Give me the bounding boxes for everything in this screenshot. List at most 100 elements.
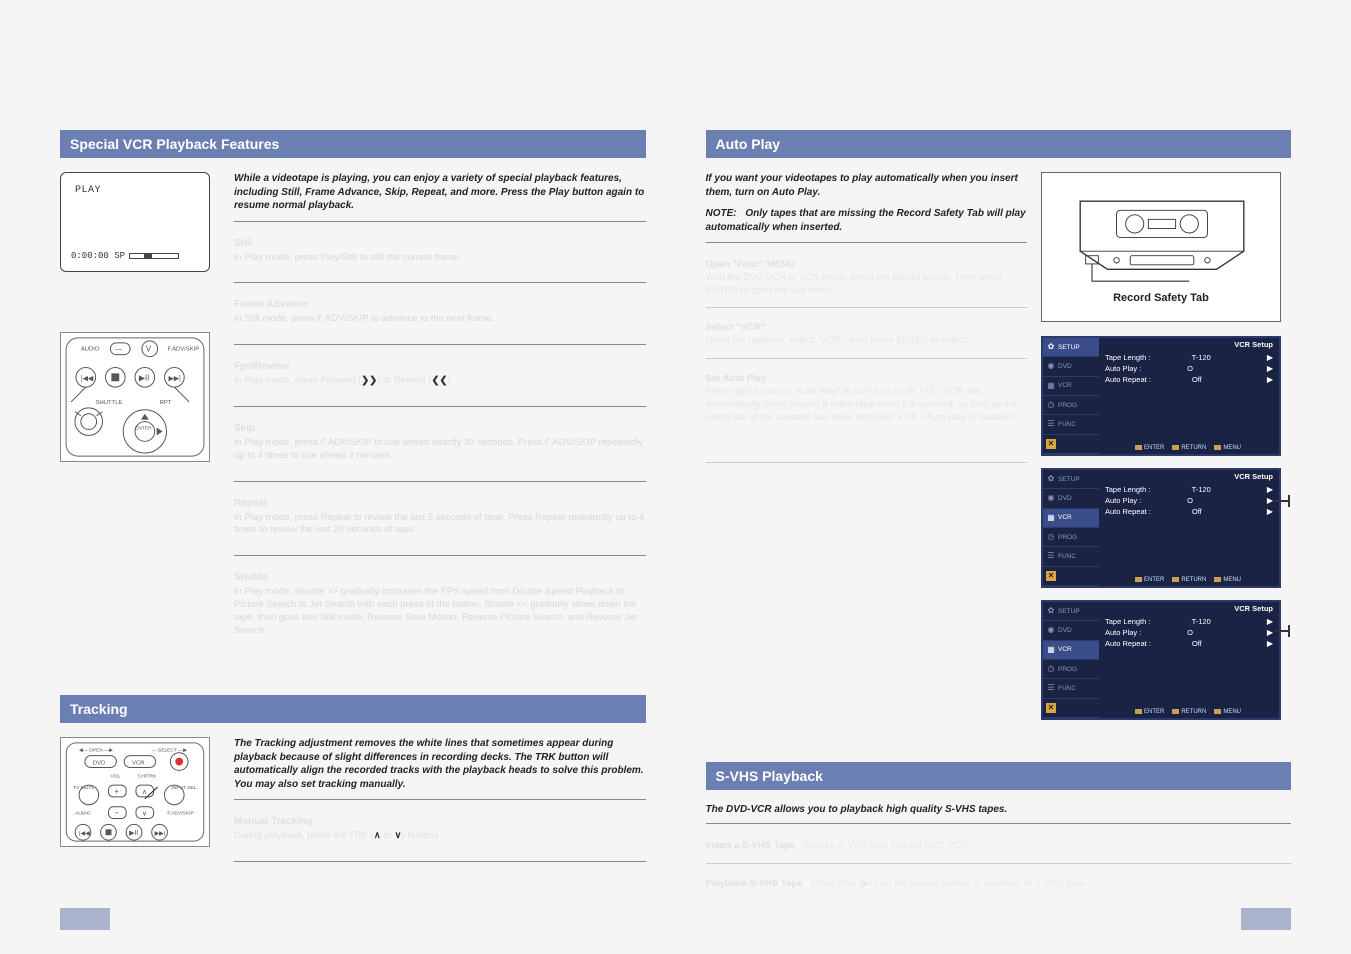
osd-sidebar-vcr: ▦VCR [1043,641,1099,660]
step-title: Frame Advance [234,299,646,310]
step-title: Skip [234,423,646,434]
lcd-time-text: 0:00:00 SP [71,251,125,261]
osd-sidebar-prog: ◷PROG [1043,528,1099,547]
step-body: In Play mode, press Repeat to review the… [234,512,646,538]
tape-icon: ▦ [1046,645,1056,655]
osd-row: Auto Repeat :Off▶ [1105,374,1273,385]
section-header-auto-play: Auto Play [706,130,1292,158]
up-caret-icon: ∧ [374,830,381,841]
section-header-special-vcr: Special VCR Playback Features [60,130,646,158]
osd-sidebar-setup: ✿SETUP [1043,602,1099,621]
gear-icon: ✿ [1046,474,1056,484]
osd-title: VCR Setup [1234,340,1273,349]
lcd-display: PLAY 0:00:00 SP [60,172,210,272]
svg-text:ENTER: ENTER [135,425,152,431]
osd-menu-screenshot: ✿SETUP ◉DVD ▦VCR ◷PROG ☰FUNC ✕ VCR Setup… [1041,600,1281,720]
divider [234,481,646,482]
disc-icon: ◉ [1046,361,1056,371]
section-header-svhs: S-VHS Playback [706,762,1292,790]
callout-line [1275,630,1289,632]
svg-text:CH/TRK: CH/TRK [138,774,157,780]
step-body: In Play mode, press F.ADV/SKIP to cue ah… [234,437,646,463]
osd-sidebar-dvd: ◉DVD [1043,621,1099,640]
cassette-label: Record Safety Tab [1052,292,1270,304]
divider [706,242,1028,243]
clock-icon: ◷ [1046,532,1056,542]
intro-tracking: The Tracking adjustment removes the whit… [234,737,646,791]
svg-text:RPT: RPT [160,400,172,406]
remote-illustration-lower: ◀— OPEN —▶ — SELECT —▶ DVD VCR VOL CH/TR… [60,737,210,847]
osd-footer-menu: MENU [1214,577,1241,583]
svg-text:∧: ∧ [142,789,147,796]
right-arrow-icon: ▶ [1267,496,1273,505]
disc-icon: ◉ [1046,493,1056,503]
osd-footer-return: RETURN [1172,577,1206,583]
step-body: Using the up/down, select "VCR", then pr… [706,335,969,346]
osd-row: Auto Repeat :Off▶ [1105,638,1273,649]
divider [706,823,1292,824]
osd-row: Auto Play :O▶ [1105,627,1273,638]
osd-footer-menu: MENU [1214,445,1241,451]
svg-text:V: V [146,345,152,354]
step-body: Insert a S-VHS tape into the DVD-VCR. [804,840,971,851]
step-body: In Play mode, Shuttle >> gradually incre… [234,586,646,637]
step-title: Playback S-VHS Tape [706,878,803,889]
disc-icon: ◉ [1046,625,1056,635]
svg-text:F.ADV/SKIP: F.ADV/SKIP [167,347,199,353]
lcd-mode-text: PLAY [75,185,201,196]
osd-footer-menu: MENU [1214,709,1241,715]
divider [234,861,646,862]
svg-text:▶II: ▶II [139,373,149,382]
clock-icon: ◷ [1046,400,1056,410]
step-title: Insert a S-VHS Tape [706,840,796,851]
svg-text:SHUTTLE: SHUTTLE [96,400,123,406]
divider [234,221,646,222]
func-icon: ☰ [1046,419,1056,429]
divider [234,799,646,800]
osd-row: Auto Repeat :Off▶ [1105,506,1273,517]
section-header-tracking: Tracking [60,695,646,723]
osd-menu-screenshot: ✿SETUP ◉DVD ▦VCR ◷PROG ☰FUNC ✕ VCR Setup… [1041,336,1281,456]
osd-sidebar-func: ☰FUNC [1043,547,1099,566]
gear-icon: ✿ [1046,342,1056,352]
osd-sidebar-close: ✕ [1043,699,1099,718]
osd-sidebar-func: ☰FUNC [1043,679,1099,698]
svg-text:▶▶|: ▶▶| [155,832,166,838]
divider [234,406,646,407]
osd-row: Tape Length :T-120▶ [1105,484,1273,495]
clock-icon: ◷ [1046,664,1056,674]
svg-text:∨: ∨ [142,811,147,818]
remote-illustration-upper: AUDIO F.ADV/SKIP — V |◀◀ ▶II [60,332,210,462]
svg-text:AUDIO: AUDIO [75,811,91,817]
divider [234,344,646,345]
step-title: Manual Tracking [234,816,646,827]
osd-sidebar-setup: ✿SETUP [1043,338,1099,357]
divider [234,282,646,283]
osd-sidebar-vcr: ▦VCR [1043,377,1099,396]
osd-title: VCR Setup [1234,604,1273,613]
step-title: Select "VCR" [706,322,766,333]
svg-text:—: — [115,347,122,354]
func-icon: ☰ [1046,551,1056,561]
right-arrow-icon: ▶ [1267,628,1273,637]
svg-text:DVD: DVD [93,761,105,767]
page-number-left [60,908,110,930]
osd-sidebar-close: ✕ [1043,435,1099,454]
right-arrow-icon: ▶ [1267,364,1273,373]
step-title: Open "Func" MENU [706,259,795,270]
step-title: Still [234,238,646,249]
osd-footer-enter: ENTER [1135,445,1164,451]
callout-line [1275,500,1289,502]
osd-sidebar-dvd: ◉DVD [1043,489,1099,508]
note-label: NOTE: [706,208,737,219]
osd-row: Auto Play :O▶ [1105,495,1273,506]
osd-sidebar-func: ☰FUNC [1043,415,1099,434]
osd-footer-enter: ENTER [1135,709,1164,715]
svg-text:VCR: VCR [132,761,144,767]
tape-icon: ▦ [1046,381,1056,391]
svg-text:INPUT SEL.: INPUT SEL. [171,785,198,791]
svg-text:▶▶|: ▶▶| [168,375,181,382]
osd-sidebar-dvd: ◉DVD [1043,357,1099,376]
step-title: Set Auto Play [706,373,767,384]
close-icon: ✕ [1046,439,1056,449]
